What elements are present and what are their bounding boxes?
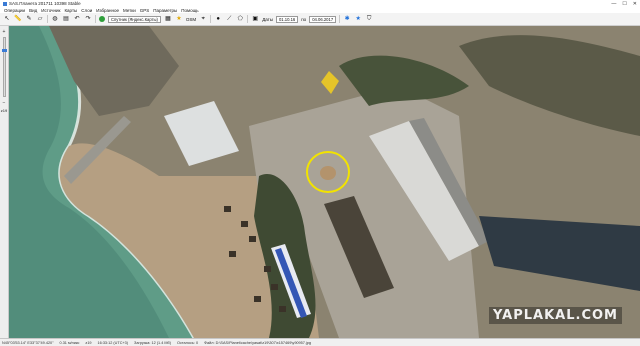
search-star-icon[interactable]: ✱ xyxy=(343,15,351,23)
menu-layers[interactable]: Слои xyxy=(81,8,92,13)
menu-settings[interactable]: Параметры xyxy=(153,8,177,13)
layer-osm-label[interactable]: OSM xyxy=(186,17,196,22)
ruler-icon[interactable]: 📏 xyxy=(14,15,22,23)
polygon-icon[interactable]: ▱ xyxy=(36,15,44,23)
window-title: SAS.Планета 201711 10398 Stable xyxy=(9,1,81,6)
zoom-out-icon[interactable]: − xyxy=(1,99,8,106)
map-type-combo[interactable]: Спутник (Яндекс.Карты) xyxy=(108,15,161,23)
round-feature xyxy=(320,166,336,180)
menu-help[interactable]: Помощь xyxy=(181,8,198,13)
date-label: Даты xyxy=(262,16,273,22)
date-to-field[interactable]: 04.06.2017 xyxy=(309,15,337,23)
status-coords: N45°03'53.14" E33°37'49.420" xyxy=(2,340,54,345)
bookmark-star-icon[interactable]: ★ xyxy=(354,15,362,23)
undo-icon[interactable]: ↶ xyxy=(73,15,81,23)
toolbar-divider xyxy=(210,15,212,23)
toolbar-divider xyxy=(339,15,341,23)
menu-marks[interactable]: Метки xyxy=(123,8,136,13)
mark-line-icon[interactable]: ⟋ xyxy=(225,15,233,23)
filter-icon[interactable]: ⛉ xyxy=(365,15,373,23)
mark-poly-icon[interactable]: ⬠ xyxy=(236,15,244,23)
pencil-icon[interactable]: ✎ xyxy=(25,15,33,23)
map-type-value: Спутник (Яндекс.Карты) xyxy=(111,16,158,22)
zoom-slider[interactable] xyxy=(1,37,7,97)
menu-view[interactable]: Вид xyxy=(29,8,37,13)
left-toolbar: + − z19 xyxy=(0,26,9,338)
zoom-slider-knob[interactable] xyxy=(1,49,7,53)
zoom-in-icon[interactable]: + xyxy=(1,28,8,35)
toolbar-divider xyxy=(47,15,48,23)
mark-point-icon[interactable]: ● xyxy=(214,15,222,23)
toolbar-divider xyxy=(95,15,96,23)
status-download: Загрузка: 12 (1.4 Мб) xyxy=(134,340,171,345)
menu-gps[interactable]: GPS xyxy=(140,8,150,13)
map-grid-icon[interactable]: ▦ xyxy=(164,15,172,23)
status-bar: N45°03'53.14" E33°37'49.420" 0.31 м/пикс… xyxy=(0,338,640,346)
globe-icon[interactable]: ◍ xyxy=(51,15,59,23)
toolbar: ↖ 📏 ✎ ▱ ◍ ▤ ↶ ↷ Спутник (Яндекс.Карты) ▦… xyxy=(0,13,640,26)
gps-icon[interactable]: ⌖ xyxy=(199,15,207,23)
favorites-star-icon[interactable]: ★ xyxy=(175,15,183,23)
calendar-icon[interactable]: ▣ xyxy=(251,15,259,23)
zoom-level-label: z19 xyxy=(0,108,8,113)
date-to-value: 04.06.2017 xyxy=(312,16,334,22)
title-bar: SAS.Планета 201711 10398 Stable — ☐ ✕ xyxy=(0,0,640,7)
status-queue: Осталось: 0 xyxy=(177,340,199,345)
status-scale: 0.31 м/пикс xyxy=(59,340,80,345)
redo-icon[interactable]: ↷ xyxy=(84,15,92,23)
toolbar-divider xyxy=(247,15,249,23)
status-zoom: z19 xyxy=(85,340,92,345)
menu-source[interactable]: Источник xyxy=(41,8,60,13)
menu-operations[interactable]: Операции xyxy=(4,8,25,13)
select-arrow-icon[interactable]: ↖ xyxy=(3,15,11,23)
status-file-path: Файл: D:\SAS\Planet\cache\yasat\z19\307\… xyxy=(204,340,311,345)
app-icon xyxy=(3,1,7,6)
status-time: 16:33:12 (UTC+3) xyxy=(97,340,129,345)
site-watermark: YAPLAKAL.COM xyxy=(489,307,622,324)
menu-maps[interactable]: Карты xyxy=(64,8,77,13)
map-viewport[interactable]: YAPLAKAL.COM xyxy=(9,26,640,338)
date-from-field[interactable]: 01.10.16 xyxy=(275,15,299,23)
date-to-label: по xyxy=(301,16,307,22)
satellite-map xyxy=(9,26,640,338)
date-from-value: 01.10.16 xyxy=(278,16,296,22)
map-source-icon xyxy=(99,16,105,22)
layers-icon[interactable]: ▤ xyxy=(62,15,70,23)
menu-favorites[interactable]: Избранное xyxy=(96,8,119,13)
